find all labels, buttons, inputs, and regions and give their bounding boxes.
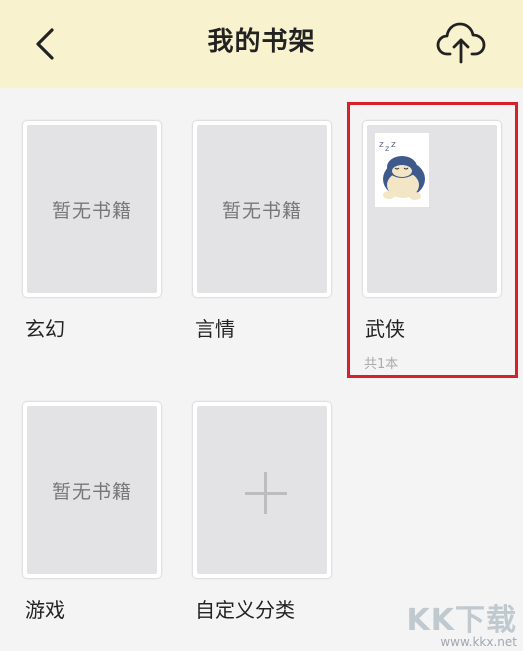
empty-shelf-text: 暂无书籍 <box>51 480 132 503</box>
empty-shelf-text: 暂无书籍 <box>221 199 302 222</box>
category-label[interactable]: 言情 <box>195 313 235 342</box>
category-card-yanqing[interactable]: 暂无书籍 <box>193 121 331 297</box>
empty-cover: 暂无书籍 <box>27 125 157 293</box>
highlight-box <box>347 102 518 378</box>
empty-shelf-text: 暂无书籍 <box>51 199 132 222</box>
category-label[interactable]: 自定义分类 <box>195 594 295 623</box>
cloud-upload-button[interactable] <box>436 20 486 66</box>
empty-cover: 暂无书籍 <box>197 125 327 293</box>
cloud-upload-icon <box>436 22 486 64</box>
top-bar: 我的书架 <box>0 0 523 88</box>
watermark-logo: KK下载 <box>406 603 517 638</box>
empty-cover: 暂无书籍 <box>27 406 157 574</box>
add-cover <box>197 406 327 574</box>
watermark: KK下载 www.kkx.net <box>407 595 518 649</box>
category-card-youxi[interactable]: 暂无书籍 <box>23 402 161 578</box>
add-category-button[interactable] <box>193 402 331 578</box>
category-card-xuanhuan[interactable]: 暂无书籍 <box>23 121 161 297</box>
category-label[interactable]: 玄幻 <box>25 313 65 342</box>
category-label[interactable]: 游戏 <box>25 594 65 623</box>
